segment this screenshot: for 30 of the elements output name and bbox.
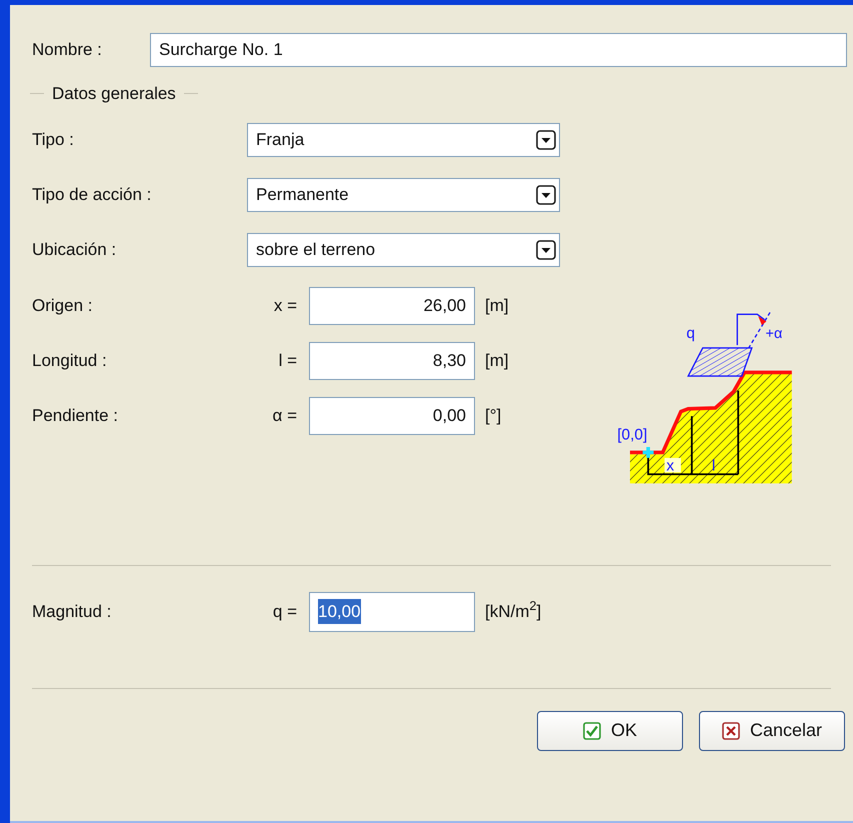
number-input-field[interactable]: 10,00	[309, 592, 475, 632]
field-label: Longitud :	[32, 350, 108, 372]
field-label: Ubicación :	[32, 238, 118, 261]
name-input-field[interactable]: Surcharge No. 1	[150, 33, 847, 67]
dropdown[interactable]: Franja	[247, 122, 560, 156]
dropdown[interactable]: Permanente	[247, 178, 560, 212]
dropdown[interactable]: sobre el terreno	[247, 232, 560, 266]
field-label: Origen :	[32, 294, 94, 317]
symbol-label: q =	[272, 600, 297, 623]
number-input-field[interactable]: 0,00	[309, 396, 475, 434]
symbol-label: α =	[272, 404, 297, 427]
field-label: Tipo :	[32, 128, 75, 151]
field-label: Tipo de acción :	[32, 184, 152, 206]
name-label: Nombre :	[32, 39, 103, 62]
field-label: Magnitud :	[32, 600, 112, 623]
cancel-button[interactable]: Cancelar	[699, 710, 845, 750]
symbol-label: l =	[278, 350, 297, 372]
unit-label: [°]	[485, 404, 502, 427]
unit-label: [m]	[485, 294, 509, 317]
checkmark-icon	[582, 722, 601, 740]
unit-label: [kN/m$^{2}$]	[485, 598, 542, 623]
number-input-field[interactable]: 8,30	[309, 342, 475, 380]
symbol-label: x =	[272, 294, 297, 317]
unit-label: [m]	[485, 350, 509, 372]
number-input-field[interactable]: 26,00	[309, 286, 475, 324]
ok-button[interactable]: OK	[537, 710, 683, 750]
field-label: Pendiente :	[32, 404, 120, 427]
section-title: Datos generales	[52, 83, 176, 105]
slope-surcharge-drawing: q +α [0,0] x l	[610, 296, 810, 496]
cross-icon	[722, 722, 740, 740]
